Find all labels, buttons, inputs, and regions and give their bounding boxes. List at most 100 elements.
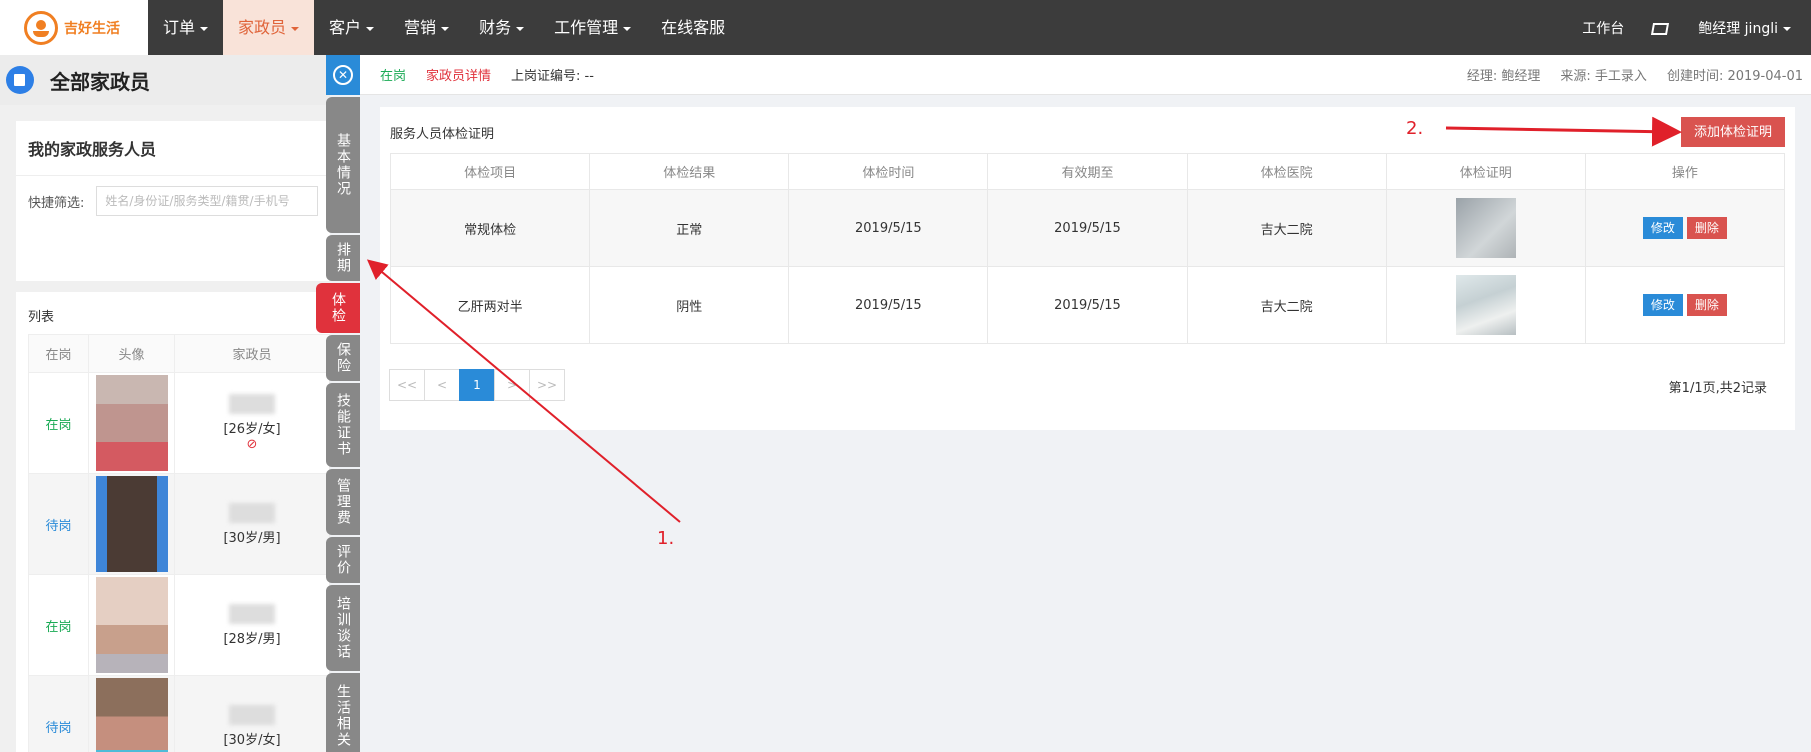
main-content: 在岗 家政员详情 上岗证编号: -- 经理: 鲍经理 来源: 手工录入 创建时间…	[360, 55, 1811, 752]
caret-down-icon	[200, 26, 209, 31]
flag-icon[interactable]	[1652, 21, 1670, 35]
top-navbar: 吉好生活 订单 家政员 客户 营销 财务 工作管理 在线客服 工作台 鲍经理 j…	[0, 0, 1811, 55]
status-cell: 待岗	[28, 675, 89, 752]
first-page-button[interactable]: <<	[389, 369, 425, 401]
workbench-link[interactable]: 工作台	[1582, 18, 1624, 38]
prev-page-button[interactable]: <	[424, 369, 460, 401]
card-title: 服务人员体检证明	[390, 127, 495, 142]
next-page-button[interactable]: >	[494, 369, 530, 401]
source: 来源: 手工录入	[1560, 69, 1647, 84]
blurred-name	[229, 502, 275, 523]
age-gender: [28岁/男]	[223, 631, 281, 647]
logo[interactable]: 吉好生活	[0, 0, 148, 55]
user-menu[interactable]: 鲍经理 jingli	[1698, 18, 1791, 38]
book-icon	[6, 66, 34, 94]
exam-result: 正常	[589, 189, 790, 267]
housekeeper-table: 在岗 头像 家政员 在岗 [26岁/女] ⊘ 待岗 [30岁/男] 在岗 [28…	[28, 334, 330, 752]
col-avatar: 头像	[88, 334, 175, 373]
close-icon: ✕	[333, 65, 353, 85]
table-row[interactable]: 在岗 [28岁/男]	[28, 574, 330, 676]
exam-item: 常规体检	[389, 189, 591, 267]
status-cell: 待岗	[28, 473, 89, 575]
tab-review[interactable]: 评价	[326, 537, 360, 583]
detail-link[interactable]: 家政员详情	[426, 65, 491, 84]
nav-work-management[interactable]: 工作管理	[539, 0, 646, 55]
blurred-name	[229, 394, 275, 414]
edit-button[interactable]: 修改	[1642, 294, 1683, 316]
tab-skill-cert[interactable]: 技能证书	[326, 383, 360, 467]
exam-hospital: 吉大二院	[1186, 189, 1387, 267]
exam-valid: 2019/5/15	[987, 189, 1188, 267]
nav-online-service[interactable]: 在线客服	[646, 0, 740, 55]
avatar[interactable]	[95, 375, 168, 471]
created-time: 创建时间: 2019-04-01	[1666, 69, 1803, 84]
tab-basic-info[interactable]: 基本情况	[326, 97, 360, 233]
last-page-button[interactable]: >>	[529, 369, 565, 401]
blurred-name	[229, 603, 275, 624]
close-panel-button[interactable]: ✕	[326, 55, 360, 95]
left-panel-header: 全部家政员	[0, 55, 330, 105]
table-row[interactable]: 待岗 [30岁/女]	[28, 675, 330, 752]
tab-schedule[interactable]: 排期	[326, 235, 360, 281]
caret-down-icon	[516, 26, 525, 31]
info-bar: 在岗 家政员详情 上岗证编号: -- 经理: 鲍经理 来源: 手工录入 创建时间…	[360, 55, 1811, 95]
status-badge: 在岗	[380, 69, 407, 84]
ban-icon: ⊘	[246, 437, 258, 452]
list-title: 列表	[28, 310, 55, 325]
brand-logo-icon	[24, 10, 58, 45]
caret-down-icon	[623, 26, 632, 31]
tab-management-fee[interactable]: 管理费	[326, 469, 360, 535]
add-medical-cert-button[interactable]: 添加体检证明	[1681, 117, 1785, 147]
left-panel: 全部家政员 我的家政服务人员 快捷筛选: 姓名/身份证/服务类型/籍贯/手机号 …	[0, 55, 330, 752]
col-date: 体检时间	[788, 153, 989, 190]
age-gender: [30岁/女]	[223, 732, 281, 748]
proof-thumbnail[interactable]	[1455, 198, 1516, 258]
delete-button[interactable]: 删除	[1686, 217, 1727, 239]
col-valid: 有效期至	[987, 153, 1188, 190]
avatar[interactable]	[95, 678, 168, 752]
proof-thumbnail[interactable]	[1455, 275, 1516, 335]
caret-down-icon	[366, 26, 375, 31]
table-row[interactable]: 在岗 [26岁/女] ⊘	[28, 372, 330, 474]
delete-button[interactable]: 删除	[1686, 294, 1727, 316]
table-row: 常规体检 正常 2019/5/15 2019/5/15 吉大二院 修改 删除	[389, 189, 1786, 267]
search-input[interactable]: 姓名/身份证/服务类型/籍贯/手机号	[96, 186, 318, 216]
status-cell: 在岗	[28, 574, 89, 676]
col-hospital: 体检医院	[1186, 153, 1387, 190]
exam-date: 2019/5/15	[788, 189, 989, 267]
nav-customers[interactable]: 客户	[314, 0, 389, 55]
tab-training[interactable]: 培训谈话	[326, 585, 360, 671]
main-nav: 订单 家政员 客户 营销 财务 工作管理 在线客服	[148, 0, 740, 55]
nav-housekeepers[interactable]: 家政员	[223, 0, 315, 55]
col-actions: 操作	[1584, 153, 1786, 190]
page-title: 全部家政员	[50, 69, 150, 94]
medical-exam-card: 服务人员体检证明 添加体检证明 体检项目 体检结果 体检时间 有效期至 体检医院…	[380, 107, 1795, 430]
tab-medical-exam[interactable]: 体检	[316, 283, 360, 333]
page-1-button[interactable]: 1	[459, 369, 495, 401]
exam-valid: 2019/5/15	[987, 266, 1188, 344]
nav-marketing[interactable]: 营销	[389, 0, 464, 55]
col-result: 体检结果	[589, 153, 790, 190]
exam-result: 阴性	[589, 266, 790, 344]
filter-label: 快捷筛选:	[28, 195, 85, 211]
tab-life[interactable]: 生活相关	[326, 673, 360, 752]
avatar[interactable]	[95, 476, 168, 572]
edit-button[interactable]: 修改	[1642, 217, 1683, 239]
blurred-name	[229, 704, 275, 725]
cert-number: 上岗证编号: --	[511, 69, 594, 84]
caret-down-icon	[291, 26, 300, 31]
nav-finance[interactable]: 财务	[464, 0, 539, 55]
medical-exam-table: 体检项目 体检结果 体检时间 有效期至 体检医院 体检证明 操作 常规体检 正常…	[389, 153, 1786, 344]
panel-title: 我的家政服务人员	[16, 121, 330, 176]
info-meta: 经理: 鲍经理 来源: 手工录入 创建时间: 2019-04-01	[1467, 65, 1811, 84]
annotation-label-2: 2.	[1406, 118, 1424, 139]
exam-hospital: 吉大二院	[1186, 266, 1387, 344]
manager: 经理: 鲍经理	[1466, 69, 1541, 84]
avatar[interactable]	[95, 577, 168, 673]
page-info: 第1/1页,共2记录	[1668, 381, 1767, 396]
nav-orders[interactable]: 订单	[148, 0, 223, 55]
table-row[interactable]: 待岗 [30岁/男]	[28, 473, 330, 575]
exam-date: 2019/5/15	[788, 266, 989, 344]
tab-insurance[interactable]: 保险	[326, 335, 360, 381]
caret-down-icon	[1783, 26, 1791, 31]
